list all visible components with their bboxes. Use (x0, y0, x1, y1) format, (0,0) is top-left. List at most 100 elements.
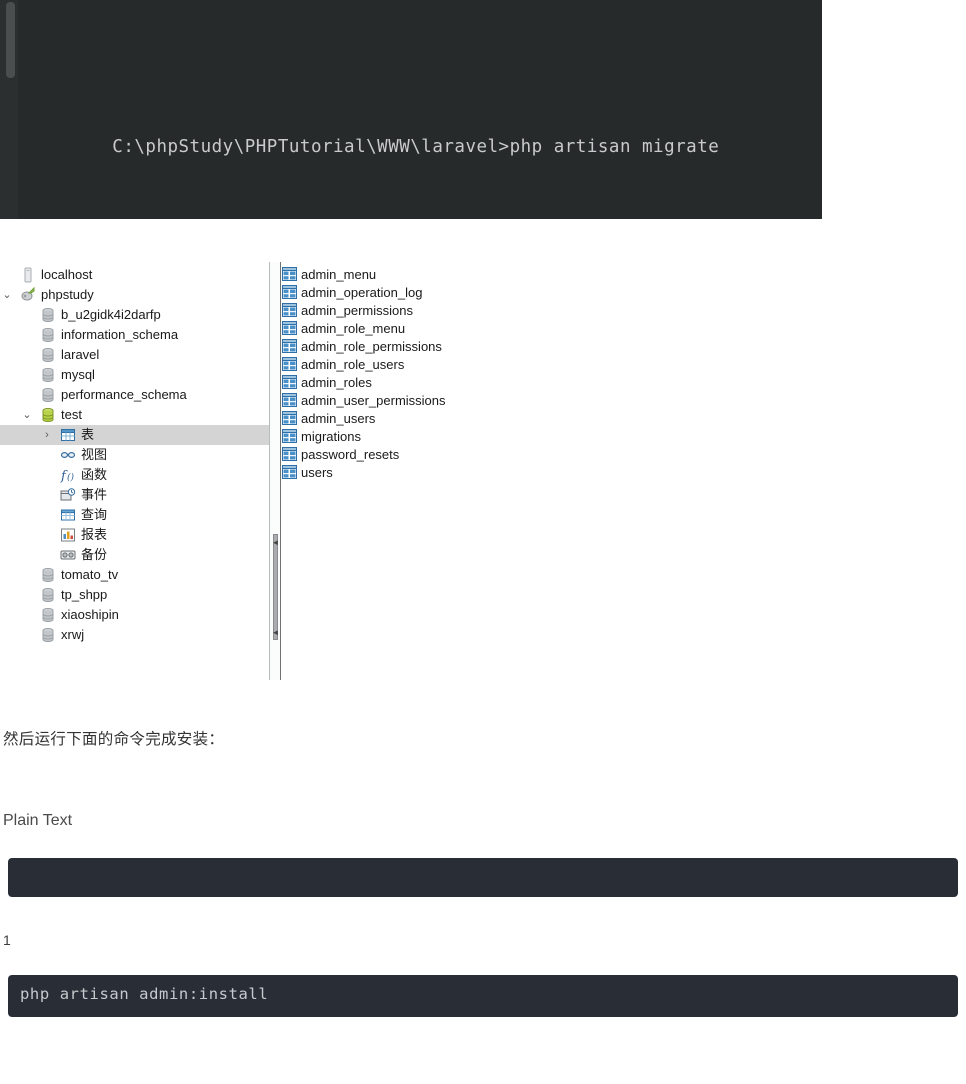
terminal-command-text: C:\phpStudy\PHPTutorial\WWW\laravel>php … (112, 137, 719, 157)
table-small-icon (282, 393, 297, 407)
tree-item-node[interactable]: 事件 (0, 485, 269, 505)
functions-icon: f() (60, 467, 76, 483)
table-name-label: password_resets (301, 447, 399, 462)
tree-item-tomato_tv[interactable]: tomato_tv (0, 565, 269, 585)
reports-icon (60, 527, 76, 543)
table-list-item[interactable]: admin_operation_log (281, 284, 541, 302)
database-gray-icon (40, 627, 56, 643)
events-icon (60, 487, 76, 503)
table-small-icon (282, 267, 297, 281)
table-small-icon (282, 357, 297, 371)
instruction-paragraph: 然后运行下面的命令完成安装： (3, 727, 224, 749)
table-list-item[interactable]: admin_permissions (281, 302, 541, 320)
tree-item-label: 视图 (81, 445, 107, 465)
tree-item-label: 查询 (81, 505, 107, 525)
database-gray-icon (40, 347, 56, 363)
tree-item-node[interactable]: 视图 (0, 445, 269, 465)
table-list[interactable]: admin_menu admin_operation_logadmin_permi… (281, 258, 541, 680)
tree-item-label: mysql (61, 365, 95, 385)
server-icon (20, 267, 36, 283)
table-name-label: users (301, 465, 333, 480)
tree-item-node[interactable]: f()函数 (0, 465, 269, 485)
chevron-right-icon[interactable]: › (40, 425, 54, 445)
tree-item-label: xrwj (61, 625, 84, 645)
connection-icon (20, 287, 36, 303)
tree-item-phpstudy[interactable]: ⌄ phpstudy (0, 285, 269, 305)
panel-splitter[interactable]: ◄ ◄ (269, 262, 281, 680)
tree-item-label: tomato_tv (61, 565, 118, 585)
database-gray-icon (40, 327, 56, 343)
database-gray-icon (40, 367, 56, 383)
table-list-item[interactable]: password_resets (281, 446, 541, 464)
database-gray-icon (40, 387, 56, 403)
terminal-scrollbar-thumb[interactable] (6, 2, 15, 78)
table-name-label: admin_role_users (301, 357, 404, 372)
terminal-output: C:\phpStudy\PHPTutorial\WWW\laravel>php … (24, 18, 719, 219)
table-list-item[interactable]: admin_role_menu (281, 320, 541, 338)
code-block-install-command[interactable]: php artisan admin:install (8, 975, 958, 1017)
tree-item-node[interactable]: 报表 (0, 525, 269, 545)
splitter-collapse-up-icon[interactable]: ◄ (271, 538, 280, 547)
database-gray-icon (40, 607, 56, 623)
queries-icon (60, 507, 76, 523)
table-small-icon (282, 429, 297, 443)
table-name-label: admin_users (301, 411, 375, 426)
code-block-empty[interactable] (8, 858, 958, 897)
table-small-icon (282, 285, 297, 299)
tree-item-label: localhost (41, 265, 92, 285)
table-list-item[interactable]: migrations (281, 428, 541, 446)
backup-icon (60, 547, 76, 563)
table-list-item[interactable]: admin_role_permissions (281, 338, 541, 356)
tree-item-mysql[interactable]: mysql (0, 365, 269, 385)
terminal-scrollbar[interactable] (0, 0, 18, 219)
page-root: C:\phpStudy\PHPTutorial\WWW\laravel>php … (0, 0, 966, 1084)
tree-item-label: 报表 (81, 525, 107, 545)
splitter-collapse-down-icon[interactable]: ◄ (271, 628, 280, 637)
svg-text:(): () (67, 472, 75, 483)
terminal-window: C:\phpStudy\PHPTutorial\WWW\laravel>php … (0, 0, 822, 219)
tables-icon (60, 427, 76, 443)
table-small-icon (282, 339, 297, 353)
views-icon (60, 447, 76, 463)
tree-item-xrwj[interactable]: xrwj (0, 625, 269, 645)
tree-item-laravel[interactable]: laravel (0, 345, 269, 365)
tree-item-localhost[interactable]: localhost (0, 265, 269, 285)
tree-item-test[interactable]: ⌄test (0, 405, 269, 425)
tree-item-node[interactable]: 备份 (0, 545, 269, 565)
install-command-text: php artisan admin:install (20, 985, 268, 1003)
chevron-down-icon[interactable]: ⌄ (20, 405, 34, 425)
tree-item-label: xiaoshipin (61, 605, 119, 625)
table-small-icon (282, 465, 297, 479)
tree-item-b_u2gidk4i2darfp[interactable]: b_u2gidk4i2darfp (0, 305, 269, 325)
tree-item-node[interactable]: 查询 (0, 505, 269, 525)
tree-item-information_schema[interactable]: information_schema (0, 325, 269, 345)
table-small-icon (282, 321, 297, 335)
table-list-item[interactable]: users (281, 464, 541, 482)
table-name-label: admin_role_permissions (301, 339, 442, 354)
table-list-item[interactable]: admin_menu (281, 266, 541, 284)
table-name-label: migrations (301, 429, 361, 444)
database-gray-icon (40, 587, 56, 603)
code-language-label: Plain Text (3, 812, 72, 830)
tree-item-label: 表 (81, 425, 94, 445)
table-list-item[interactable]: admin_roles (281, 374, 541, 392)
table-name-label: admin_menu (301, 267, 376, 282)
chevron-down-icon[interactable]: ⌄ (0, 285, 14, 305)
database-green-icon (40, 407, 56, 423)
table-name-label: admin_user_permissions (301, 393, 446, 408)
tree-item-tp_shpp[interactable]: tp_shpp (0, 585, 269, 605)
table-list-item[interactable]: admin_users (281, 410, 541, 428)
tree-item-performance_schema[interactable]: performance_schema (0, 385, 269, 405)
table-list-item[interactable]: admin_user_permissions (281, 392, 541, 410)
database-tree[interactable]: localhost ⌄ phpstudyb_u2gidk4i2darfpinform… (0, 258, 269, 680)
table-name-label: admin_role_menu (301, 321, 405, 336)
terminal-line: Migrating: 2016_01_04_173148_create_admi… (24, 203, 719, 219)
tree-item-label: 备份 (81, 545, 107, 565)
tree-item-tables[interactable]: ›表 (0, 425, 269, 445)
tree-item-label: phpstudy (41, 285, 94, 305)
table-list-item[interactable]: admin_role_users (281, 356, 541, 374)
tree-item-xiaoshipin[interactable]: xiaoshipin (0, 605, 269, 625)
terminal-line: C:\phpStudy\PHPTutorial\WWW\laravel>php … (24, 92, 719, 129)
splitter-grip[interactable] (273, 534, 278, 640)
tree-item-label: tp_shpp (61, 585, 107, 605)
